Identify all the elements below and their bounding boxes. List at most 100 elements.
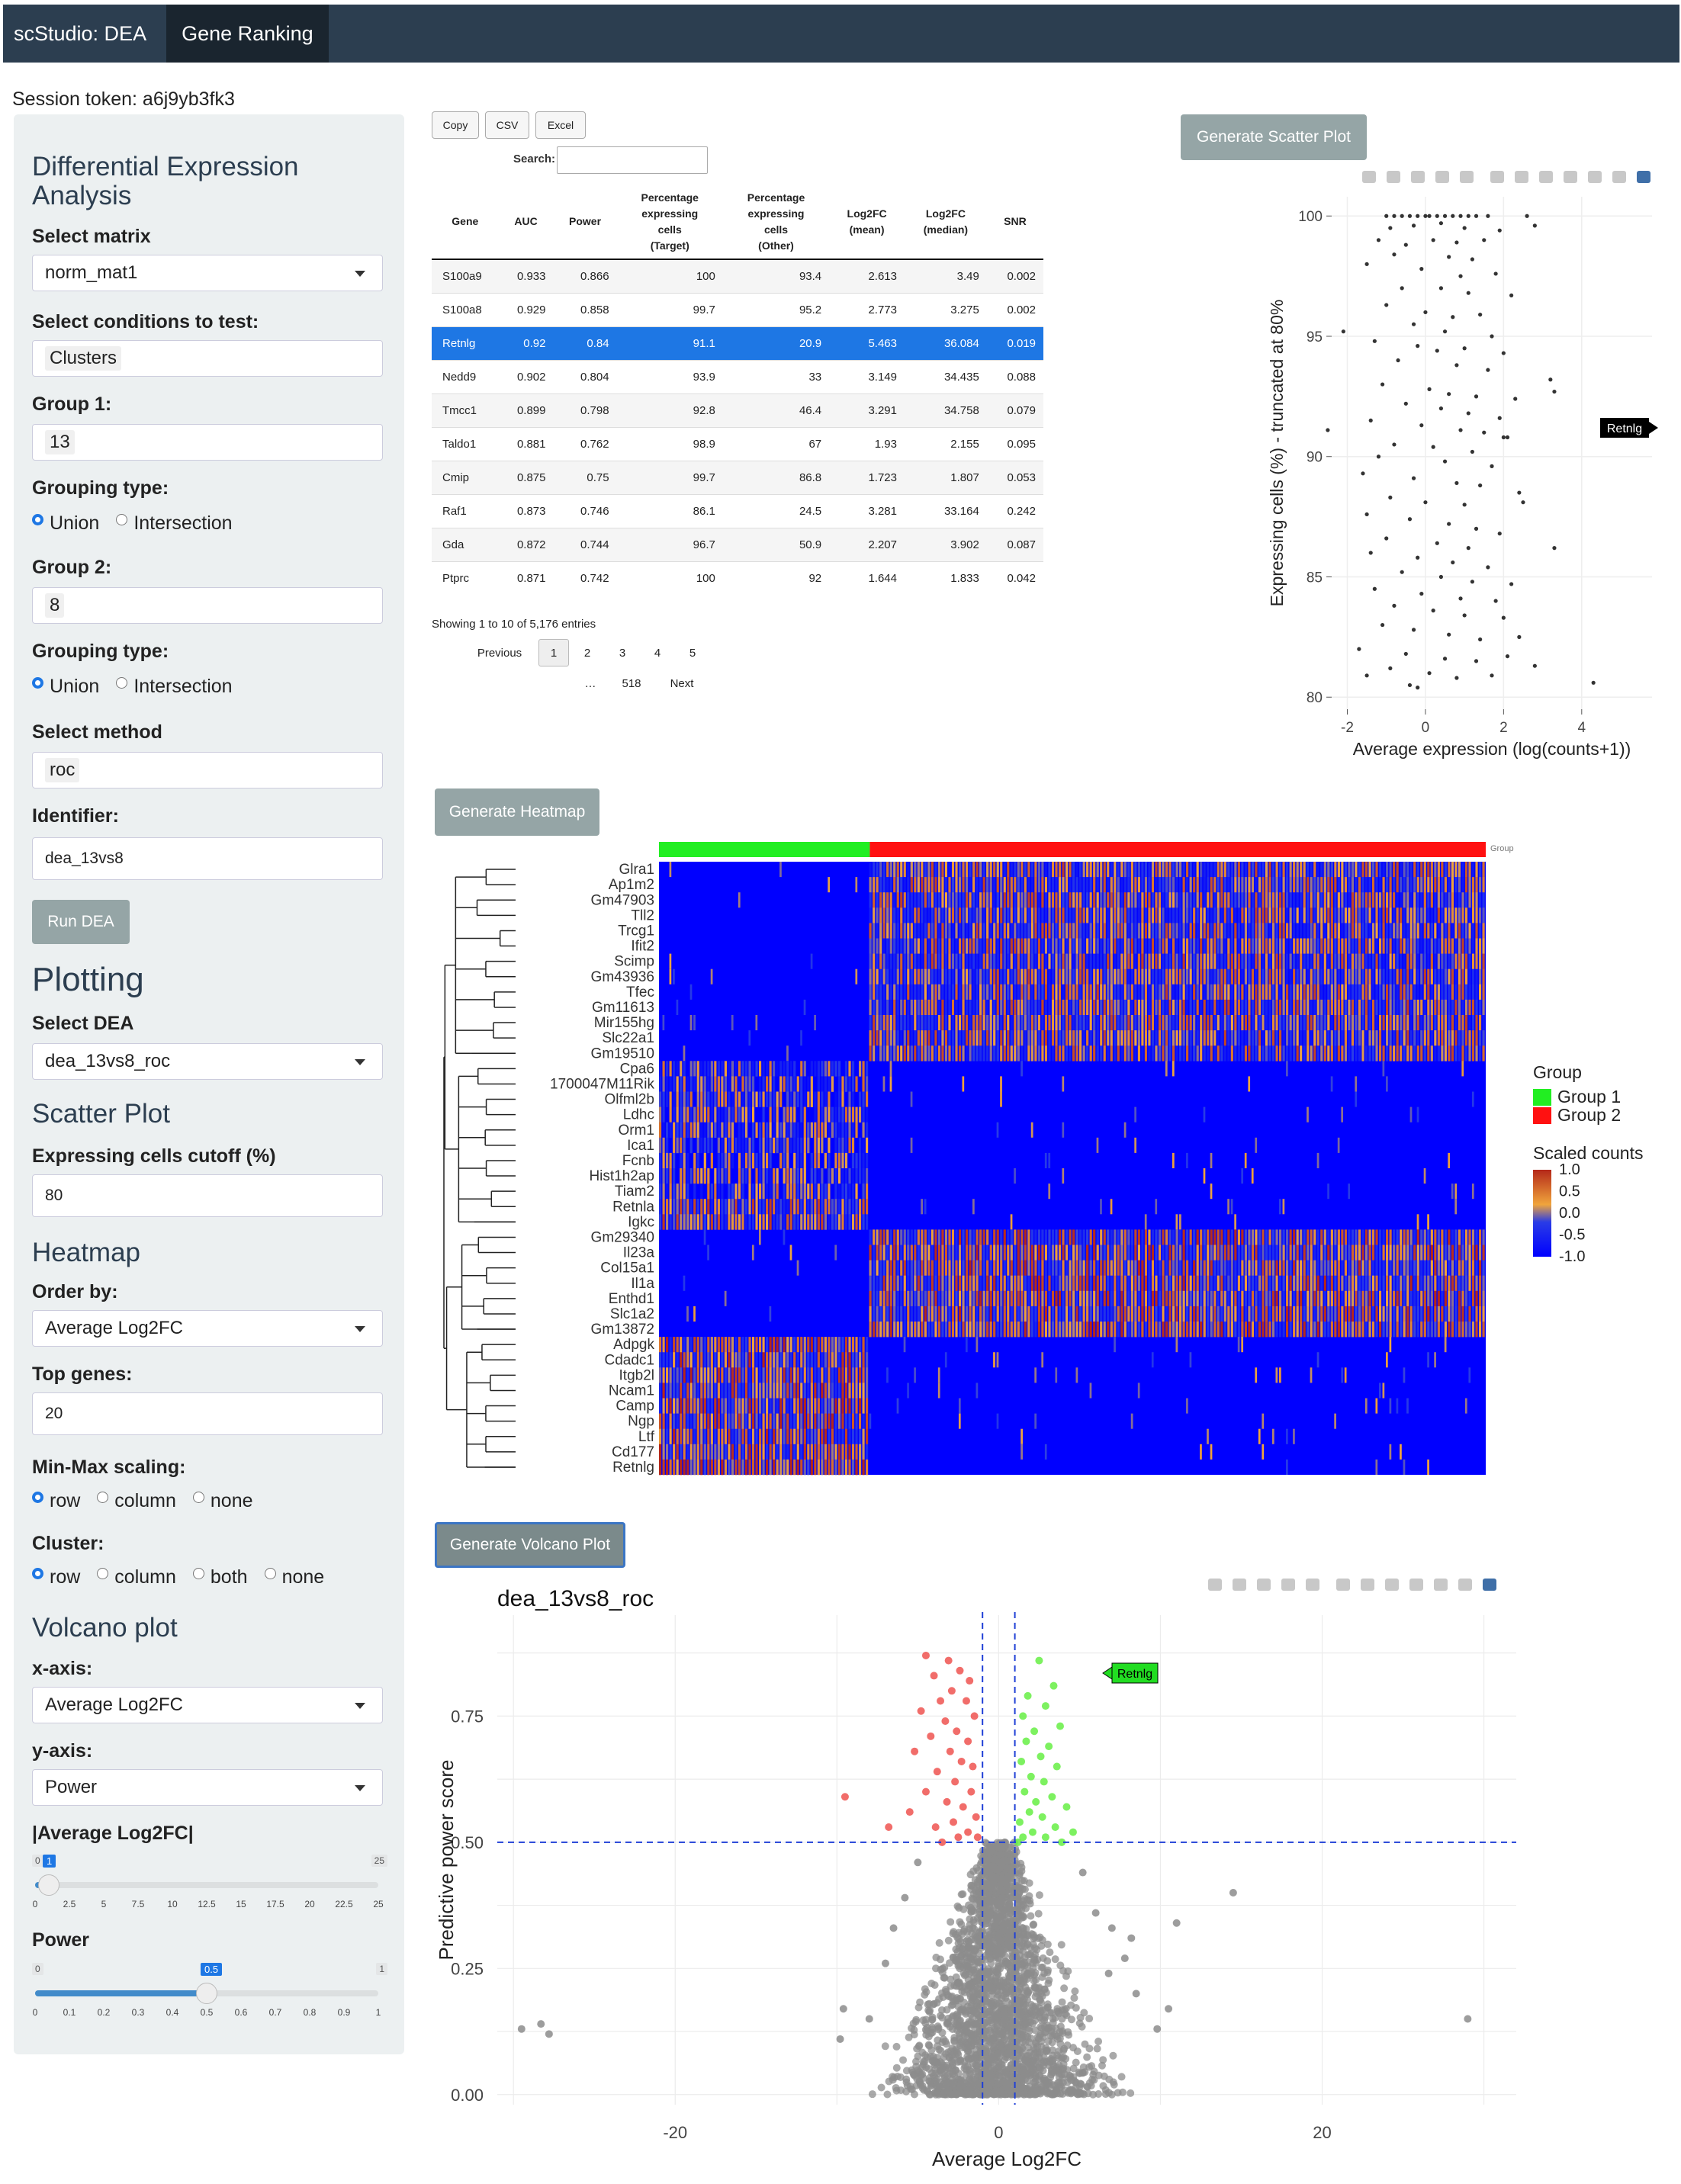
cluster-row-option[interactable]: row (32, 1566, 80, 1588)
app-brand[interactable]: scStudio: DEA (3, 5, 166, 63)
csv-button[interactable]: CSV (485, 111, 529, 139)
pagination-page-5[interactable]: 5 (679, 639, 706, 666)
radio-icon[interactable] (32, 1492, 43, 1503)
excel-button[interactable]: Excel (535, 111, 586, 139)
radio-icon[interactable] (264, 1568, 276, 1579)
radio-icon[interactable] (32, 677, 43, 689)
slider-handle[interactable] (38, 1874, 59, 1896)
method-chip[interactable]: roc (45, 758, 80, 782)
pagination-page-2[interactable]: 2 (574, 639, 601, 666)
scaling-row-option[interactable]: row (32, 1490, 80, 1512)
radio-icon[interactable] (97, 1568, 109, 1579)
column-header[interactable]: Log2FC (median) (905, 185, 987, 260)
method-select[interactable]: roc (32, 752, 383, 788)
cluster-both-option[interactable]: both (192, 1566, 248, 1588)
pagination-next[interactable]: Next (661, 670, 703, 697)
heatmap-cell (1344, 1290, 1347, 1307)
radio-icon[interactable] (192, 1568, 204, 1579)
radio-icon[interactable] (116, 514, 128, 525)
radio-icon[interactable] (192, 1492, 204, 1503)
radio-icon[interactable] (32, 1568, 43, 1579)
grouping1-union-option[interactable]: Union (32, 512, 99, 535)
group2-chip[interactable]: 8 (45, 593, 65, 618)
heatmap-cell (676, 1106, 679, 1123)
heatmap-cell (821, 1168, 824, 1184)
table-row[interactable]: S100a8 0.929 0.858 99.7 95.2 2.773 3.275 0.002 (432, 292, 1043, 326)
grouping2-union-option[interactable]: Union (32, 676, 99, 698)
table-row[interactable]: S100a9 0.933 0.866 100 93.4 2.613 3.49 0.002 (432, 259, 1043, 293)
top-genes-input[interactable]: 20 (32, 1392, 383, 1435)
heatmap-cell (1471, 1091, 1474, 1107)
group2-select[interactable]: 8 (32, 587, 383, 624)
scaling-column-option[interactable]: column (97, 1490, 176, 1512)
generate-heatmap-button[interactable]: Generate Heatmap (435, 788, 599, 836)
table-row[interactable]: Taldo1 0.881 0.762 98.9 67 1.93 2.155 0.095 (432, 426, 1043, 461)
heatmap-cell (1337, 953, 1340, 969)
conditions-chip[interactable]: Clusters (45, 346, 122, 371)
column-header[interactable]: Percentage expressing cells (Other) (722, 185, 830, 260)
pagination-page-1[interactable]: 1 (538, 639, 569, 666)
table-row[interactable]: Gda 0.872 0.744 96.7 50.9 2.207 3.902 0.087 (432, 527, 1043, 561)
order-by-dropdown[interactable]: Average Log2FC (32, 1310, 383, 1347)
search-input[interactable] (557, 146, 708, 174)
table-row[interactable]: Retnlg 0.92 0.84 91.1 20.9 5.463 36.084 0.019 (432, 326, 1043, 360)
column-header[interactable]: Gene (432, 185, 499, 260)
table-row[interactable]: Ptprc 0.871 0.742 100 92 1.644 1.833 0.042 (432, 560, 1043, 595)
slider-handle[interactable] (196, 1983, 217, 2004)
home-icon (1564, 171, 1577, 183)
cluster-none-option[interactable]: none (264, 1566, 324, 1588)
cutoff-input[interactable]: 80 (32, 1174, 383, 1217)
group1-chip[interactable]: 13 (45, 430, 75, 454)
select-matrix-dropdown[interactable]: norm_mat1 (32, 255, 383, 291)
pagination-page-3[interactable]: 3 (609, 639, 636, 666)
cluster-column-option[interactable]: column (97, 1566, 176, 1588)
radio-icon[interactable] (116, 677, 128, 689)
slider-track[interactable] (35, 1983, 378, 2004)
heatmap-cell (1400, 1275, 1403, 1292)
table-row[interactable]: Nedd9 0.902 0.804 93.9 33 3.149 34.435 0.088 (432, 359, 1043, 393)
identifier-input[interactable]: dea_13vs8 (32, 837, 383, 880)
scaling-none-option[interactable]: none (192, 1490, 253, 1512)
heatmap-cell (1186, 892, 1189, 908)
table-row[interactable]: Tmcc1 0.899 0.798 92.8 46.4 3.291 34.758 0.079 (432, 393, 1043, 427)
column-header[interactable]: Percentage expressing cells (Target) (616, 185, 723, 260)
heatmap-cell (1072, 1229, 1075, 1245)
conditions-select[interactable]: Clusters (32, 340, 383, 377)
column-header[interactable]: Power (553, 185, 617, 260)
log2fc-slider[interactable]: 0 25 1 0 2.5 5 7.5 10 12.5 15 17.5 20 22.5 25 (32, 1855, 391, 1923)
heatmap-cell (1262, 1322, 1265, 1338)
select-dea-dropdown[interactable]: dea_13vs8_roc (32, 1043, 383, 1080)
slider-track[interactable] (35, 1874, 378, 1896)
xaxis-dropdown[interactable]: Average Log2FC (32, 1687, 383, 1723)
heatmap-cell (962, 862, 965, 878)
table-cell: 96.7 (616, 527, 723, 561)
table-row[interactable]: Raf1 0.873 0.746 86.1 24.5 3.281 33.164 0.242 (432, 493, 1043, 528)
grouping1-intersection-option[interactable]: Intersection (116, 512, 233, 535)
radio-icon[interactable] (97, 1492, 109, 1503)
heatmap-cell (1478, 984, 1482, 1000)
group1-select[interactable]: 13 (32, 424, 383, 461)
heatmap-cell (975, 1045, 979, 1061)
heatmap-cell (1454, 923, 1458, 939)
pagination-page-4[interactable]: 4 (644, 639, 671, 666)
table-row[interactable]: Cmip 0.875 0.75 99.7 86.8 1.723 1.807 0.053 (432, 460, 1043, 494)
pagination-previous[interactable]: Previous (473, 639, 526, 666)
heatmap-cell (1079, 1030, 1082, 1046)
pagination-page-518[interactable]: 518 (615, 670, 648, 697)
generate-scatter-button[interactable]: Generate Scatter Plot (1181, 114, 1367, 160)
heatmap-cell (783, 1337, 786, 1353)
tab-gene-ranking[interactable]: Gene Ranking (166, 5, 329, 63)
power-slider[interactable]: 0 1 0.5 0 0.1 0.2 0.3 0.4 0.5 0.6 0.7 0.8 0.9 1 (32, 1963, 391, 2031)
heatmap-cell (1172, 1322, 1175, 1338)
yaxis-dropdown[interactable]: Power (32, 1769, 383, 1806)
heatmap-cell (828, 1214, 831, 1230)
run-dea-button[interactable]: Run DEA (32, 900, 130, 944)
column-header[interactable]: AUC (498, 185, 554, 260)
heatmap-cell (1364, 907, 1368, 923)
column-header[interactable]: Log2FC (mean) (829, 185, 905, 260)
copy-button[interactable]: Copy (432, 111, 479, 139)
heatmap-cell (807, 1214, 810, 1230)
grouping2-intersection-option[interactable]: Intersection (116, 676, 233, 698)
radio-icon[interactable] (32, 514, 43, 525)
column-header[interactable]: SNR (986, 185, 1043, 260)
